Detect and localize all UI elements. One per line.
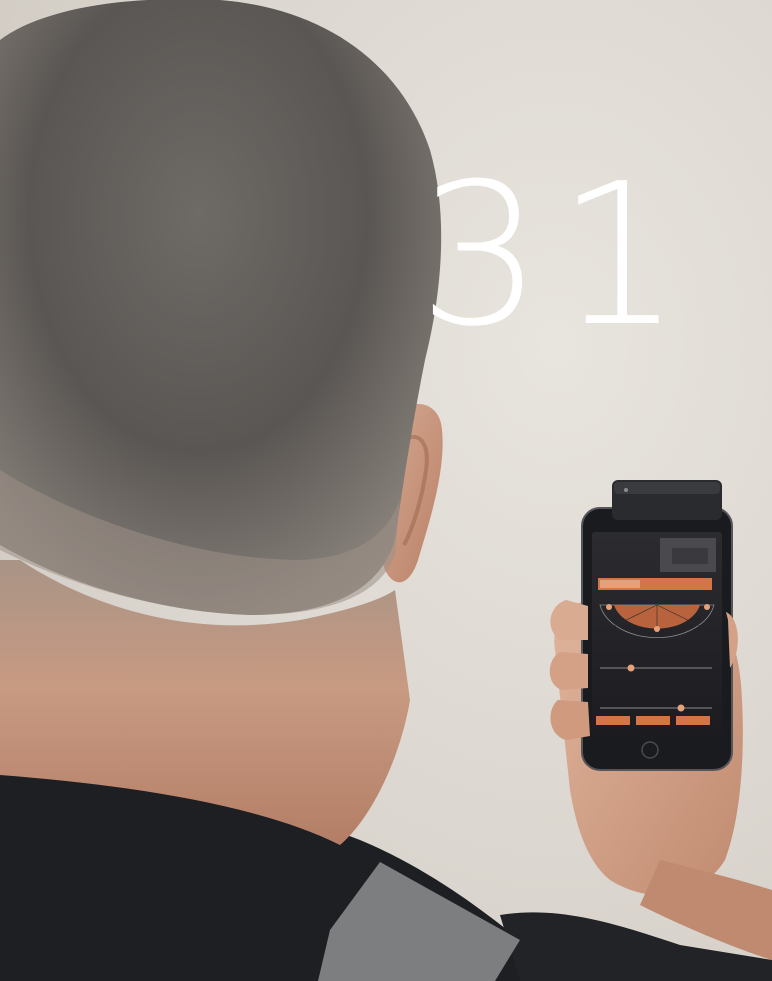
- hand-finger-1: [549, 652, 588, 690]
- page-number: 31: [418, 142, 696, 370]
- hand-finger-2: [550, 700, 590, 740]
- scanner-led: [624, 488, 628, 492]
- phone-app-screen: [606, 538, 716, 738]
- scanner-device-face: [614, 482, 720, 494]
